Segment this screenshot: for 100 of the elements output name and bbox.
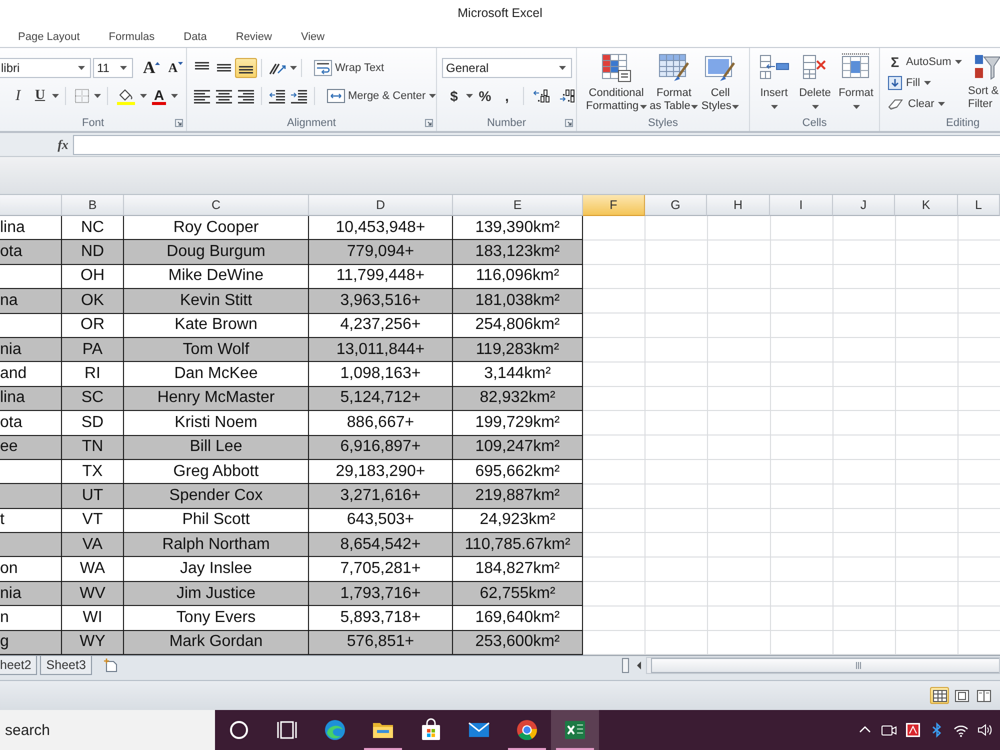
column-header[interactable]: C xyxy=(124,195,309,216)
table-cell: 643,503+ xyxy=(309,508,453,534)
dialog-launcher-icon[interactable] xyxy=(175,118,183,126)
table-cell: 110,785.67km² xyxy=(453,533,583,558)
column-header[interactable]: F xyxy=(583,195,645,216)
caret-icon xyxy=(852,105,860,109)
caret-icon xyxy=(691,104,698,108)
shrink-font-button[interactable]: A xyxy=(165,58,186,78)
insert-cells-icon xyxy=(758,53,790,81)
clear-button[interactable]: Clear xyxy=(886,93,948,114)
column-header[interactable]: J xyxy=(833,195,895,216)
table-cell: 109,247km² xyxy=(453,436,583,460)
table-cell: SD xyxy=(62,411,124,436)
table-cell: Kate Brown xyxy=(124,314,309,338)
table-cell: on xyxy=(0,557,62,582)
column-header[interactable]: I xyxy=(770,195,833,216)
align-top-icon xyxy=(195,62,209,70)
font-size-field[interactable]: 11 xyxy=(93,58,133,78)
insert-function-button[interactable]: fx xyxy=(54,136,72,152)
comma-style-button[interactable]: , xyxy=(497,86,517,106)
caret-icon xyxy=(640,104,647,108)
grid-bars-icon xyxy=(600,53,632,83)
table-cell: 181,038km² xyxy=(453,289,583,314)
percent-button[interactable]: % xyxy=(475,86,495,106)
cell-styles-button[interactable]: Cell Styles xyxy=(700,53,740,115)
autosum-button[interactable]: Σ AutoSum xyxy=(886,51,964,72)
new-sheet-icon[interactable] xyxy=(102,658,119,672)
format-as-table-button[interactable]: Format as Table xyxy=(648,53,700,115)
ribbon-tab[interactable]: Page Layout xyxy=(17,25,81,47)
align-bottom-button[interactable] xyxy=(235,58,257,78)
dialog-launcher-icon[interactable] xyxy=(425,118,433,126)
page-layout-view-button[interactable] xyxy=(952,687,971,704)
border-grid-icon xyxy=(75,89,89,103)
table-cell: 11,799,448+ xyxy=(309,264,453,290)
table-cell: Mark Gordan xyxy=(124,630,309,656)
table-cell: 116,096km² xyxy=(453,264,583,290)
grow-font-button[interactable]: A xyxy=(140,58,164,78)
ribbon-tab[interactable]: Review xyxy=(234,25,273,47)
merge-center-button[interactable]: Merge & Center xyxy=(324,86,429,106)
table-cell: 29,183,290+ xyxy=(309,460,453,484)
table-cell: 119,283km² xyxy=(453,338,583,362)
font-color-button[interactable]: A xyxy=(149,86,169,106)
ribbon-tab[interactable]: View xyxy=(300,25,326,47)
table-cell: 5,124,712+ xyxy=(309,386,453,412)
table-cell: Jay Inslee xyxy=(124,557,309,582)
format-button[interactable]: Format xyxy=(836,53,876,115)
page-icon xyxy=(954,690,968,702)
split-handle[interactable] xyxy=(622,658,629,674)
sort-filter-button[interactable]: Sort & Filter xyxy=(968,51,1000,113)
table-cell: Phil Scott xyxy=(124,508,309,534)
page-break-view-button[interactable] xyxy=(974,687,993,704)
dialog-launcher-icon[interactable] xyxy=(565,118,573,126)
search-field[interactable]: search xyxy=(0,710,215,750)
column-header[interactable]: B xyxy=(62,195,124,216)
table-cell: Tony Evers xyxy=(124,606,309,631)
speaker-icon[interactable] xyxy=(977,722,993,738)
caret-icon xyxy=(924,80,932,84)
ribbon-tab[interactable]: Data xyxy=(182,25,208,47)
table-cell: g xyxy=(0,630,62,656)
ribbon-tab[interactable]: Formulas xyxy=(108,25,156,47)
table-cell: 253,600km² xyxy=(453,630,583,656)
column-header[interactable]: E xyxy=(453,195,583,216)
column-header[interactable]: G xyxy=(645,195,707,216)
wrap-text-button[interactable]: Wrap Text xyxy=(311,58,388,78)
delete-button[interactable]: Delete xyxy=(795,53,835,115)
group-label: Alignment xyxy=(287,116,336,128)
align-left-icon xyxy=(194,88,210,104)
number-format-field[interactable]: General xyxy=(442,58,572,78)
table-cell: 219,887km² xyxy=(453,484,583,509)
caret-icon xyxy=(78,66,85,70)
table-cell: PA xyxy=(62,338,124,362)
document-tile-icon[interactable] xyxy=(905,722,921,738)
table-cell: 6,916,897+ xyxy=(309,436,453,460)
formula-input[interactable] xyxy=(73,134,1000,154)
font-name-field[interactable]: libri xyxy=(0,58,91,78)
underline-button[interactable]: U xyxy=(30,86,50,106)
column-header[interactable]: K xyxy=(895,195,958,216)
taskbar-button[interactable] xyxy=(551,710,599,750)
sheet-tab[interactable]: Sheet3 xyxy=(40,656,92,676)
italic-button[interactable]: I xyxy=(8,86,28,106)
currency-button[interactable]: $ xyxy=(444,86,464,106)
table-cell: OH xyxy=(62,264,124,290)
fill-button[interactable]: Fill xyxy=(886,72,934,93)
table-cell: Kevin Stitt xyxy=(124,289,309,314)
caret-icon xyxy=(466,94,473,98)
table-cell: WI xyxy=(62,606,124,631)
column-header[interactable]: H xyxy=(707,195,770,216)
normal-view-button[interactable] xyxy=(930,687,949,704)
conditional-formatting-button[interactable]: Conditional Formatting xyxy=(585,53,648,115)
table-cell: n xyxy=(0,606,62,631)
caret-icon xyxy=(94,94,101,98)
table-cell: 82,932km² xyxy=(453,386,583,412)
tricolor-circle-icon xyxy=(515,718,539,742)
table-cell: Greg Abbott xyxy=(124,460,309,484)
column-header[interactable]: D xyxy=(309,195,453,216)
table-cell: 8,654,542+ xyxy=(309,533,453,558)
insert-button[interactable]: Insert xyxy=(754,53,794,115)
sheet-tab[interactable]: heet2 xyxy=(0,656,38,676)
borders-button[interactable] xyxy=(72,86,92,106)
column-header[interactable]: L xyxy=(958,195,1000,216)
